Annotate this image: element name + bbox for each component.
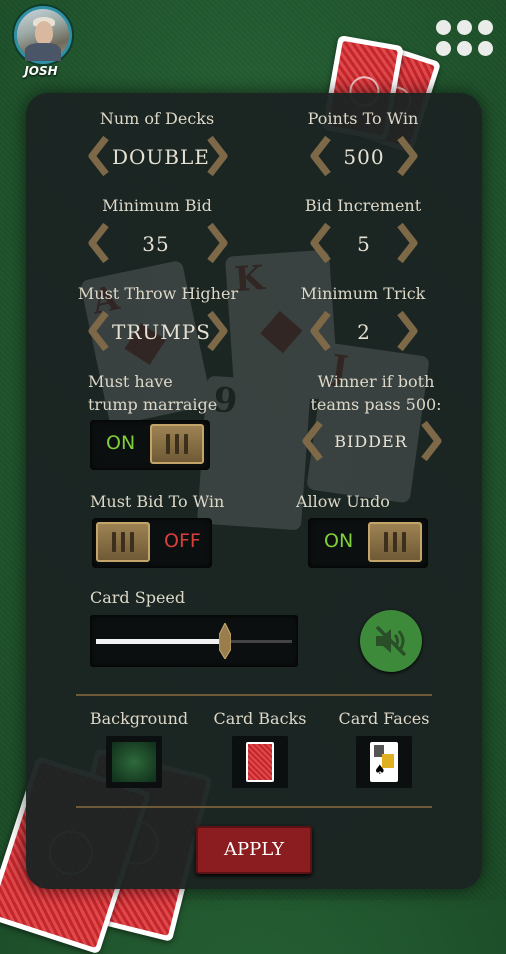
card-speed-label: Card Speed xyxy=(90,588,186,607)
bid-increment-value: 5 xyxy=(357,232,371,256)
chevron-left-icon[interactable] xyxy=(310,222,332,264)
divider xyxy=(76,694,432,696)
chevron-left-icon[interactable] xyxy=(88,222,110,264)
chevron-right-icon[interactable] xyxy=(206,135,228,177)
allow-undo-label: Allow Undo xyxy=(296,492,390,511)
toggle-knob[interactable] xyxy=(150,424,204,464)
bid-increment-label: Bid Increment xyxy=(304,196,422,215)
player-name: JOSH xyxy=(24,64,58,78)
num-decks-label: Num of Decks xyxy=(99,109,215,128)
speaker-muted-icon[interactable] xyxy=(360,610,422,672)
chevron-left-icon[interactable] xyxy=(88,135,110,177)
toggle-state-text: ON xyxy=(324,530,354,552)
winner-both-pass-value: BIDDER xyxy=(334,432,408,451)
must-bid-to-win-label: Must Bid To Win xyxy=(90,492,225,511)
trump-marriage-label-line1: Must have xyxy=(88,372,173,391)
chevron-right-icon[interactable] xyxy=(420,420,442,462)
chevron-right-icon[interactable] xyxy=(206,222,228,264)
background-picker[interactable] xyxy=(106,736,162,788)
minimum-trick-label: Minimum Trick xyxy=(300,284,426,303)
apply-button[interactable]: APPLY xyxy=(196,826,312,874)
divider xyxy=(76,806,432,808)
chevron-left-icon[interactable] xyxy=(88,310,110,352)
trump-marriage-label-line2: trump marraige xyxy=(88,395,218,414)
toggle-knob[interactable] xyxy=(368,522,422,562)
card-faces-label: Card Faces xyxy=(338,709,430,728)
background-label: Background xyxy=(89,709,189,728)
trump-marriage-toggle[interactable]: ON xyxy=(90,420,210,470)
winner-both-pass-label-line1: Winner if both xyxy=(317,372,435,391)
chevron-left-icon[interactable] xyxy=(310,135,332,177)
chevron-right-icon[interactable] xyxy=(396,222,418,264)
points-to-win-label: Points To Win xyxy=(307,109,419,128)
grid-dots-icon[interactable] xyxy=(436,20,494,58)
player-avatar[interactable] xyxy=(14,6,72,64)
must-throw-higher-label: Must Throw Higher xyxy=(77,284,239,303)
allow-undo-toggle[interactable]: ON xyxy=(308,518,428,568)
minimum-bid-value: 35 xyxy=(142,232,170,256)
must-bid-to-win-toggle[interactable]: OFF xyxy=(92,518,212,568)
winner-both-pass-label-line2: teams pass 500: xyxy=(310,395,442,414)
chevron-right-icon[interactable] xyxy=(396,310,418,352)
card-speed-slider[interactable] xyxy=(90,615,298,667)
minimum-trick-value: 2 xyxy=(357,320,371,344)
chevron-left-icon[interactable] xyxy=(302,420,324,462)
card-backs-label: Card Backs xyxy=(213,709,307,728)
num-decks-value: DOUBLE xyxy=(112,145,210,169)
toggle-state-text: ON xyxy=(106,432,136,454)
card-faces-picker[interactable]: ♠ xyxy=(356,736,412,788)
chevron-right-icon[interactable] xyxy=(396,135,418,177)
card-backs-picker[interactable] xyxy=(232,736,288,788)
points-to-win-value: 500 xyxy=(343,145,385,169)
must-throw-higher-value: TRUMPS xyxy=(112,320,211,344)
slider-handle[interactable] xyxy=(218,621,232,660)
chevron-right-icon[interactable] xyxy=(206,310,228,352)
chevron-left-icon[interactable] xyxy=(310,310,332,352)
toggle-state-text: OFF xyxy=(164,530,201,552)
toggle-knob[interactable] xyxy=(96,522,150,562)
minimum-bid-label: Minimum Bid xyxy=(102,196,212,215)
